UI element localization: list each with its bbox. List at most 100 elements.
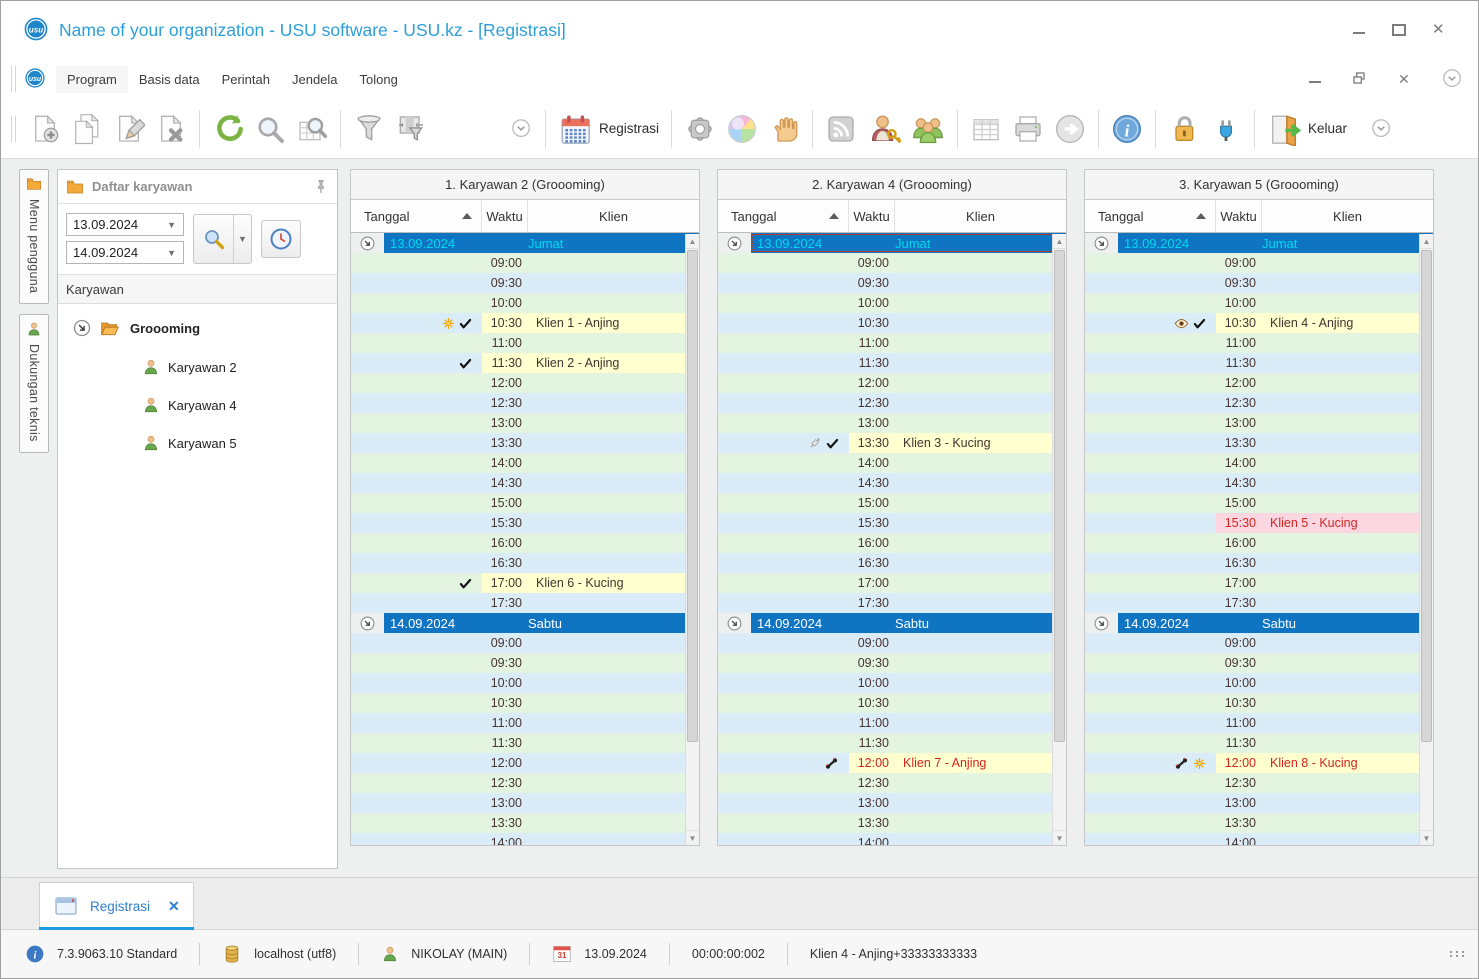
date-cell[interactable]: 14.09.2024Sabtu bbox=[751, 613, 1066, 633]
time-slot-row[interactable]: 17:30 bbox=[351, 593, 699, 613]
appointment-row[interactable]: 10:30Klien 4 - Anjing bbox=[1085, 313, 1433, 333]
time-slot-row[interactable]: 17:00 bbox=[718, 573, 1066, 593]
column-header-waktu[interactable]: Waktu bbox=[849, 200, 895, 232]
time-slot-row[interactable]: 13:00 bbox=[351, 793, 699, 813]
time-slot-row[interactable]: 15:30 bbox=[351, 513, 699, 533]
date-row[interactable]: 14.09.2024Sabtu bbox=[351, 613, 699, 633]
time-slot-row[interactable]: 09:00 bbox=[718, 253, 1066, 273]
mdi-minimize-button[interactable] bbox=[1308, 73, 1322, 85]
users-button[interactable] bbox=[906, 108, 950, 150]
mdi-restore-button[interactable] bbox=[1352, 71, 1368, 87]
time-slot-row[interactable]: 16:00 bbox=[351, 533, 699, 553]
tree-item-karyawan-2[interactable]: Karyawan 2 bbox=[142, 358, 337, 376]
calendar-button[interactable]: Registrasi bbox=[553, 108, 664, 150]
time-slot-row[interactable]: 12:30 bbox=[351, 393, 699, 413]
date-row[interactable]: 13.09.2024Jumat bbox=[718, 233, 1066, 253]
time-slot-row[interactable]: 14:00 bbox=[1085, 833, 1433, 845]
date-from-input[interactable]: 13.09.2024▼ bbox=[66, 213, 184, 236]
scroll-up-icon[interactable]: ▲ bbox=[1053, 234, 1066, 249]
go-next-button[interactable] bbox=[1049, 109, 1091, 149]
mdi-close-button[interactable]: ✕ bbox=[1398, 73, 1412, 85]
expand-icon[interactable] bbox=[1093, 615, 1110, 632]
time-slot-row[interactable]: 16:30 bbox=[351, 553, 699, 573]
date-cell[interactable]: 13.09.2024Jumat bbox=[751, 233, 1066, 253]
time-slot-row[interactable]: 09:30 bbox=[1085, 653, 1433, 673]
time-slot-row[interactable]: 15:00 bbox=[351, 493, 699, 513]
time-slot-row[interactable]: 11:30 bbox=[1085, 353, 1433, 373]
scroll-up-icon[interactable]: ▲ bbox=[686, 234, 699, 249]
time-slot-row[interactable]: 11:30 bbox=[351, 733, 699, 753]
menubar-drag-handle[interactable] bbox=[11, 66, 16, 92]
time-slot-row[interactable]: 10:00 bbox=[1085, 293, 1433, 313]
menu-basis-data[interactable]: Basis data bbox=[128, 66, 211, 93]
time-slot-row[interactable]: 17:30 bbox=[1085, 593, 1433, 613]
time-slot-row[interactable]: 14:30 bbox=[351, 473, 699, 493]
scrollbar-thumb[interactable] bbox=[1054, 250, 1065, 742]
column-header-waktu[interactable]: Waktu bbox=[482, 200, 528, 232]
time-slot-row[interactable]: 12:00 bbox=[351, 373, 699, 393]
user-key-button[interactable] bbox=[862, 108, 906, 150]
time-slot-row[interactable]: 16:00 bbox=[718, 533, 1066, 553]
filter-button[interactable] bbox=[348, 109, 390, 149]
expand-icon[interactable] bbox=[726, 235, 743, 252]
time-slot-row[interactable]: 13:00 bbox=[1085, 413, 1433, 433]
appointment-row[interactable]: 15:30Klien 5 - Kucing bbox=[1085, 513, 1433, 533]
appointment-row[interactable]: 10:30Klien 1 - Anjing bbox=[351, 313, 699, 333]
chevron-down-icon[interactable]: ▼ bbox=[167, 220, 176, 230]
time-slot-row[interactable]: 10:30 bbox=[1085, 693, 1433, 713]
date-row[interactable]: 13.09.2024Jumat bbox=[351, 233, 699, 253]
filter-panel-button[interactable] bbox=[390, 109, 432, 149]
time-slot-row[interactable]: 12:30 bbox=[1085, 393, 1433, 413]
time-slot-row[interactable]: 09:00 bbox=[1085, 253, 1433, 273]
time-slot-row[interactable]: 11:30 bbox=[718, 733, 1066, 753]
time-slot-row[interactable]: 14:30 bbox=[1085, 473, 1433, 493]
side-tab-menu-pengguna[interactable]: Menu pengguna bbox=[19, 169, 49, 304]
scroll-down-icon[interactable]: ▼ bbox=[1420, 830, 1433, 845]
date-cell[interactable]: 13.09.2024Jumat bbox=[1118, 233, 1433, 253]
info-status-icon[interactable]: i bbox=[25, 944, 45, 964]
time-slot-row[interactable]: 13:30 bbox=[351, 433, 699, 453]
colors-button[interactable] bbox=[721, 109, 763, 149]
appointment-row[interactable]: 11:30Klien 2 - Anjing bbox=[351, 353, 699, 373]
search-table-button[interactable] bbox=[291, 109, 333, 149]
edit-document-button[interactable] bbox=[108, 109, 150, 149]
time-slot-row[interactable]: 15:30 bbox=[718, 513, 1066, 533]
time-slot-row[interactable]: 14:30 bbox=[718, 473, 1066, 493]
time-slot-row[interactable]: 12:30 bbox=[351, 773, 699, 793]
menu-perintah[interactable]: Perintah bbox=[211, 66, 281, 93]
appointment-row[interactable]: 17:00Klien 6 - Kucing bbox=[351, 573, 699, 593]
time-slot-row[interactable]: 16:00 bbox=[1085, 533, 1433, 553]
tree-item-karyawan-4[interactable]: Karyawan 4 bbox=[142, 396, 337, 414]
date-cell[interactable]: 13.09.2024Jumat bbox=[384, 233, 699, 253]
lock-button[interactable] bbox=[1163, 109, 1205, 149]
column-header-klien[interactable]: Klien bbox=[895, 200, 1066, 232]
time-slot-row[interactable]: 13:00 bbox=[718, 793, 1066, 813]
refresh-button[interactable] bbox=[207, 109, 249, 149]
plug-button[interactable] bbox=[1205, 109, 1247, 149]
time-slot-row[interactable]: 11:00 bbox=[1085, 333, 1433, 353]
time-slot-row[interactable]: 12:30 bbox=[1085, 773, 1433, 793]
time-slot-row[interactable]: 09:00 bbox=[351, 633, 699, 653]
time-slot-row[interactable]: 11:00 bbox=[718, 713, 1066, 733]
mdi-overflow-icon[interactable] bbox=[1442, 68, 1464, 90]
settings-button[interactable] bbox=[679, 109, 721, 149]
time-slot-row[interactable]: 10:00 bbox=[351, 293, 699, 313]
time-slot-row[interactable]: 14:00 bbox=[1085, 453, 1433, 473]
time-slot-row[interactable]: 13:00 bbox=[718, 413, 1066, 433]
appointment-row[interactable]: 13:30Klien 3 - Kucing bbox=[718, 433, 1066, 453]
time-slot-row[interactable]: 10:30 bbox=[718, 313, 1066, 333]
time-slot-row[interactable]: 11:30 bbox=[718, 353, 1066, 373]
time-slot-row[interactable]: 12:30 bbox=[718, 393, 1066, 413]
minimize-button[interactable] bbox=[1352, 24, 1366, 36]
column-header-tanggal[interactable]: Tanggal bbox=[1085, 200, 1216, 232]
column-header-tanggal[interactable]: Tanggal bbox=[351, 200, 482, 232]
time-slot-row[interactable]: 13:30 bbox=[718, 813, 1066, 833]
time-slot-row[interactable]: 11:30 bbox=[1085, 733, 1433, 753]
appointment-row[interactable]: 12:00Klien 7 - Anjing bbox=[718, 753, 1066, 773]
pin-icon[interactable] bbox=[313, 179, 329, 195]
time-slot-row[interactable]: 15:00 bbox=[1085, 493, 1433, 513]
date-row[interactable]: 14.09.2024Sabtu bbox=[718, 613, 1066, 633]
close-button[interactable]: ✕ bbox=[1432, 24, 1446, 36]
search-button[interactable]: ▼ bbox=[193, 214, 252, 264]
tab-close-icon[interactable]: ✕ bbox=[168, 898, 180, 915]
